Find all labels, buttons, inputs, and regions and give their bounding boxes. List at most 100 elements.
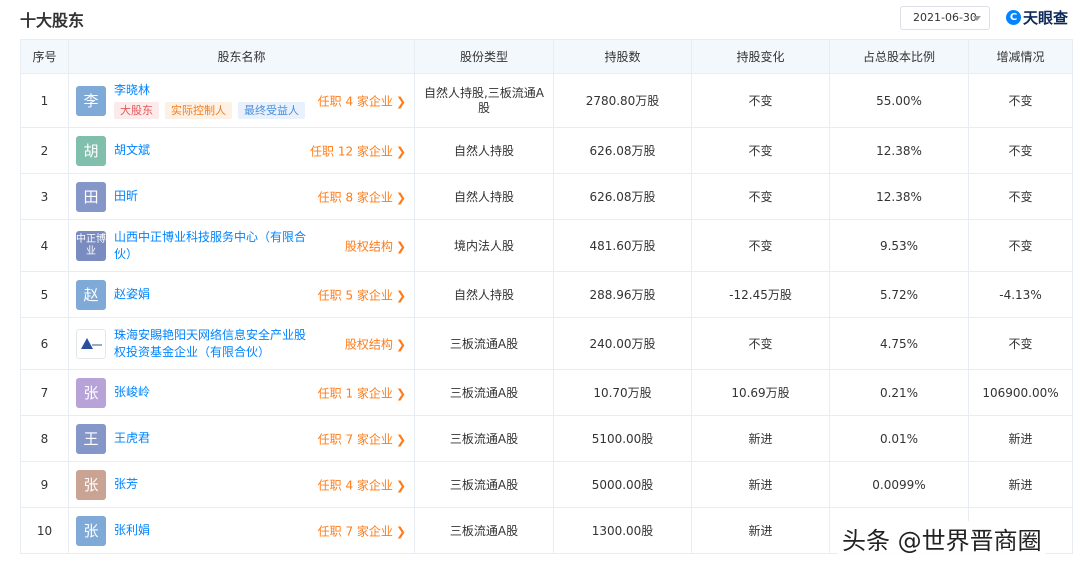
tag-major-shareholder: 大股东	[114, 102, 159, 119]
tag-actual-controller: 实际控制人	[165, 102, 232, 119]
shareholder-cell: 张 张芳 任职 4 家企业 ❯	[68, 461, 415, 508]
column-header-ratio[interactable]: 占总股本比例	[829, 39, 969, 74]
column-header-index[interactable]: 序号	[20, 39, 69, 74]
row-index: 5	[20, 271, 69, 318]
positions-link[interactable]: 任职 4 家企业 ❯	[318, 476, 406, 493]
table-row: 6 珠海安賜艳阳天网络信息安全产业股权投资基金企业（有限合伙） 股权结构 ❯ 三板…	[20, 317, 1073, 370]
share-ratio: 55.00%	[829, 73, 969, 128]
table-row: 4 中正博业 山西中正博业科技服务中心（有限合伙） 股权结构 ❯ 境内法人股 48…	[20, 219, 1073, 272]
column-header-change[interactable]: 持股变化	[691, 39, 830, 74]
share-delta: 不变	[968, 219, 1073, 272]
equity-structure-link[interactable]: 股权结构 ❯	[345, 237, 406, 254]
section-title: 十大股东	[20, 11, 85, 30]
shares-held: 5100.00股	[553, 415, 692, 462]
shares-held: 2780.80万股	[553, 73, 692, 128]
chevron-right-icon: ❯	[395, 478, 406, 492]
shares-held: 1300.00股	[553, 507, 692, 554]
shares-held: 288.96万股	[553, 271, 692, 318]
shareholder-name-link[interactable]: 珠海安賜艳阳天网络信息安全产业股权投资基金企业（有限合伙）	[114, 327, 314, 361]
share-ratio: 0.01%	[829, 415, 969, 462]
row-index: 7	[20, 369, 69, 416]
row-index: 4	[20, 219, 69, 272]
share-type: 三板流通A股	[414, 415, 554, 462]
avatar: 张	[76, 515, 106, 546]
shareholder-cell: 王 王虎君 任职 7 家企业 ❯	[68, 415, 415, 462]
row-index: 8	[20, 415, 69, 462]
tag-ultimate-beneficiary: 最终受益人	[238, 102, 305, 119]
share-type: 自然人持股	[414, 271, 554, 318]
chevron-right-icon: ❯	[395, 386, 406, 400]
share-ratio: 0.21%	[829, 369, 969, 416]
share-change: 新进	[691, 461, 830, 508]
share-ratio: 12.38%	[829, 127, 969, 174]
shareholders-table: 序号 股东名称 股份类型 持股数 持股变化 占总股本比例 增减情况 1 李 李晓…	[20, 39, 1073, 554]
brand-logo: C 天眼查	[1006, 7, 1068, 28]
avatar: 胡	[76, 135, 106, 166]
avatar: 张	[76, 377, 106, 408]
share-ratio: 12.38%	[829, 173, 969, 220]
row-index: 6	[20, 317, 69, 370]
row-index: 10	[20, 507, 69, 554]
shareholder-cell: 珠海安賜艳阳天网络信息安全产业股权投资基金企业（有限合伙） 股权结构 ❯	[68, 317, 415, 370]
share-type: 三板流通A股	[414, 507, 554, 554]
shares-held: 626.08万股	[553, 173, 692, 220]
shares-held: 10.70万股	[553, 369, 692, 416]
share-delta: 新进	[968, 461, 1073, 508]
shares-held: 5000.00股	[553, 461, 692, 508]
share-type: 自然人持股	[414, 127, 554, 174]
positions-link[interactable]: 任职 8 家企业 ❯	[318, 188, 406, 205]
row-index: 1	[20, 73, 69, 128]
column-header-type[interactable]: 股份类型	[414, 39, 554, 74]
company-avatar: 中正博业	[76, 230, 106, 261]
share-delta: 不变	[968, 73, 1073, 128]
shares-held: 240.00万股	[553, 317, 692, 370]
shareholder-name-link[interactable]: 山西中正博业科技服务中心（有限合伙）	[114, 229, 314, 263]
positions-link[interactable]: 任职 12 家企业 ❯	[310, 142, 406, 159]
column-header-name[interactable]: 股东名称	[68, 39, 415, 74]
table-row: 1 李 李晓林 大股东 实际控制人 最终受益人 任职 4 家企业 ❯ 自然人持股,	[20, 73, 1073, 128]
section-header: 十大股东 2021-06-30 C 天眼查	[0, 0, 1080, 38]
chevron-right-icon: ❯	[395, 288, 406, 302]
share-type: 三板流通A股	[414, 461, 554, 508]
positions-link[interactable]: 任职 7 家企业 ❯	[318, 430, 406, 447]
shareholder-cell: 赵 赵姿娟 任职 5 家企业 ❯	[68, 271, 415, 318]
chevron-right-icon: ❯	[395, 524, 406, 538]
row-index: 2	[20, 127, 69, 174]
date-select-value: 2021-06-30	[913, 11, 977, 24]
column-header-delta[interactable]: 增减情况	[968, 39, 1073, 74]
share-delta: 新进	[968, 415, 1073, 462]
share-change: 不变	[691, 127, 830, 174]
positions-link[interactable]: 任职 7 家企业 ❯	[318, 522, 406, 539]
shareholder-cell: 张 张峻岭 任职 1 家企业 ❯	[68, 369, 415, 416]
row-index: 3	[20, 173, 69, 220]
share-change: 新进	[691, 415, 830, 462]
avatar: 田	[76, 181, 106, 212]
row-index: 9	[20, 461, 69, 508]
company-logo-icon	[76, 328, 106, 359]
positions-link[interactable]: 任职 4 家企业 ❯	[318, 92, 406, 109]
chevron-right-icon: ❯	[395, 190, 406, 204]
caret-down-icon	[973, 16, 981, 21]
share-type: 三板流通A股	[414, 317, 554, 370]
shareholder-cell: 李 李晓林 大股东 实际控制人 最终受益人 任职 4 家企业 ❯	[68, 73, 415, 128]
share-type: 自然人持股	[414, 173, 554, 220]
avatar: 赵	[76, 279, 106, 310]
equity-structure-link[interactable]: 股权结构 ❯	[345, 335, 406, 352]
date-select[interactable]: 2021-06-30	[900, 6, 990, 30]
share-ratio: 5.72%	[829, 271, 969, 318]
column-header-shares[interactable]: 持股数	[553, 39, 692, 74]
share-change: 不变	[691, 317, 830, 370]
shares-held: 626.08万股	[553, 127, 692, 174]
share-ratio: 9.53%	[829, 219, 969, 272]
brand-text: 天眼查	[1023, 9, 1069, 27]
shares-held: 481.60万股	[553, 219, 692, 272]
table-header-row: 序号 股东名称 股份类型 持股数 持股变化 占总股本比例 增减情况	[20, 39, 1073, 74]
shareholder-cell: 张 张利娟 任职 7 家企业 ❯	[68, 507, 415, 554]
share-delta: 106900.00%	[968, 369, 1073, 416]
share-change: 10.69万股	[691, 369, 830, 416]
share-delta: 不变	[968, 173, 1073, 220]
shareholder-cell: 田 田昕 任职 8 家企业 ❯	[68, 173, 415, 220]
positions-link[interactable]: 任职 5 家企业 ❯	[318, 286, 406, 303]
positions-link[interactable]: 任职 1 家企业 ❯	[318, 384, 406, 401]
share-type: 三板流通A股	[414, 369, 554, 416]
